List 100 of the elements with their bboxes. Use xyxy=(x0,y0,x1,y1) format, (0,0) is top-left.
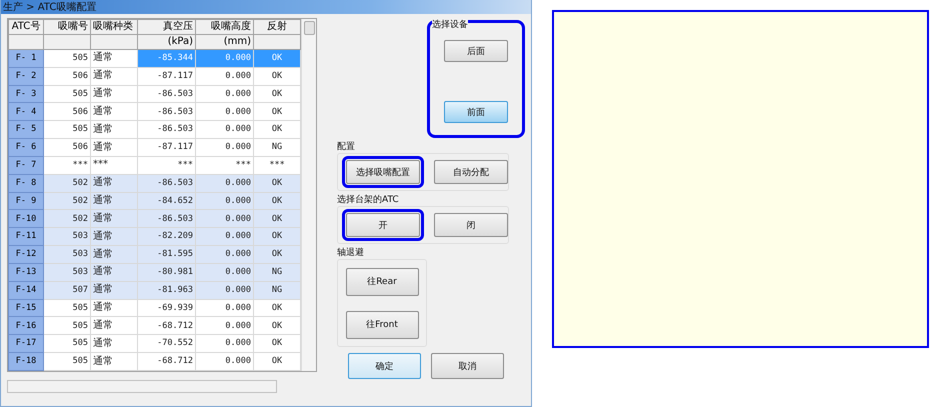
config-button[interactable]: 选择吸嘴配置 xyxy=(346,160,420,184)
table-cell: OK xyxy=(254,352,301,370)
table-cell: *** xyxy=(254,156,301,174)
table-cell: 通常 xyxy=(90,352,138,370)
table-cell: 通常 xyxy=(90,174,138,192)
table-cell: 0.000 xyxy=(196,228,254,246)
column-header[interactable]: 吸嘴高度 xyxy=(196,20,254,34)
row-header[interactable]: F- 2 xyxy=(8,67,44,86)
table-cell: OK xyxy=(254,120,301,139)
table-cell: OK xyxy=(254,85,301,103)
table-cell: OK xyxy=(254,228,301,246)
table-cell: 0.000 xyxy=(196,210,254,228)
table-cell: -87.117 xyxy=(138,138,196,156)
table-cell: 0.000 xyxy=(196,263,254,282)
axis-button[interactable]: 往Rear xyxy=(346,268,418,296)
atc-button[interactable]: 闭 xyxy=(434,213,508,237)
column-header[interactable]: 吸嘴种类 xyxy=(90,20,138,34)
table-cell: OK xyxy=(254,102,301,121)
table-cell: 通常 xyxy=(90,138,138,156)
table-cell: 505 xyxy=(44,334,90,353)
table-cell: 0.000 xyxy=(196,50,254,68)
table-cell: 通常 xyxy=(90,299,138,317)
table-cell: 0.000 xyxy=(196,281,254,300)
column-header[interactable]: 吸嘴号 xyxy=(44,20,90,34)
table-cell: 505 xyxy=(44,299,90,317)
row-header[interactable]: F- 8 xyxy=(8,174,44,192)
row-header[interactable]: F-15 xyxy=(8,299,44,317)
table-cell: 0.000 xyxy=(196,299,254,317)
row-header[interactable]: F-13 xyxy=(8,263,44,282)
unit-header: (kPa) xyxy=(138,34,196,50)
table-cell: 502 xyxy=(44,192,90,210)
table-cell: 0.000 xyxy=(196,352,254,370)
table-cell: 通常 xyxy=(90,316,138,335)
table-cell: -69.939 xyxy=(138,299,196,317)
table-cell: 通常 xyxy=(90,192,138,210)
atc-button[interactable]: 开 xyxy=(346,213,420,237)
table-cell: -68.712 xyxy=(138,352,196,370)
column-header[interactable]: 反射 xyxy=(254,20,301,34)
row-header[interactable]: F-17 xyxy=(8,334,44,353)
dialog-button[interactable]: 确定 xyxy=(348,353,421,379)
group-label: 轴退避 xyxy=(337,247,364,259)
table-cell: 502 xyxy=(44,174,90,192)
table-cell: NG xyxy=(254,281,301,300)
table-cell: 505 xyxy=(44,352,90,370)
table-cell: 通常 xyxy=(90,120,138,139)
table-cell: 505 xyxy=(44,85,90,103)
row-header[interactable]: F- 5 xyxy=(8,120,44,139)
dialog-button[interactable]: 取消 xyxy=(431,353,504,379)
scrollbar[interactable] xyxy=(301,19,316,371)
column-header[interactable]: 真空压 xyxy=(138,20,196,34)
table-cell: OK xyxy=(254,299,301,317)
table-cell: 503 xyxy=(44,246,90,264)
device-button[interactable]: 前面 xyxy=(444,101,508,123)
table-cell: *** xyxy=(138,156,196,174)
row-header[interactable]: F- 1 xyxy=(8,50,44,68)
table-cell: OK xyxy=(254,192,301,210)
row-header[interactable]: F-12 xyxy=(8,246,44,264)
row-header[interactable]: F- 4 xyxy=(8,102,44,121)
row-header[interactable]: F-18 xyxy=(8,352,44,370)
table-cell: *** xyxy=(44,156,90,174)
table-cell: OK xyxy=(254,67,301,86)
row-header[interactable]: F- 3 xyxy=(8,85,44,103)
row-header[interactable]: F-14 xyxy=(8,281,44,300)
row-header[interactable]: F- 6 xyxy=(8,138,44,156)
group-label: 配置 xyxy=(337,141,355,153)
axis-button[interactable]: 往Front xyxy=(346,310,418,338)
table-cell: -70.552 xyxy=(138,334,196,353)
table-cell: -84.652 xyxy=(138,192,196,210)
table-cell: 506 xyxy=(44,67,90,86)
table-cell: 0.000 xyxy=(196,138,254,156)
table-cell: OK xyxy=(254,316,301,335)
table-cell: 通常 xyxy=(90,263,138,282)
row-header[interactable]: F-16 xyxy=(8,316,44,335)
row-header[interactable]: F-11 xyxy=(8,228,44,246)
config-button[interactable]: 自动分配 xyxy=(434,160,508,184)
window-title: 生产 > ATC吸嘴配置 xyxy=(2,0,96,14)
table-cell: 503 xyxy=(44,263,90,282)
table-cell: 通常 xyxy=(90,228,138,246)
unit-header: (mm) xyxy=(196,34,254,50)
status-field[interactable] xyxy=(7,380,277,393)
table-cell: OK xyxy=(254,246,301,264)
table-cell: 0.000 xyxy=(196,102,254,121)
table-cell: -87.117 xyxy=(138,67,196,86)
row-header[interactable]: F- 7 xyxy=(8,156,44,174)
table-cell: 通常 xyxy=(90,102,138,121)
table-cell: -81.963 xyxy=(138,281,196,300)
row-header[interactable]: F-10 xyxy=(8,210,44,228)
group-label: 选择设备 xyxy=(432,19,468,31)
table-cell: 通常 xyxy=(90,50,138,68)
table-cell: *** xyxy=(196,156,254,174)
table-cell: 通常 xyxy=(90,67,138,86)
table-cell: 0.000 xyxy=(196,192,254,210)
table-cell: -86.503 xyxy=(138,174,196,192)
table-cell: -81.595 xyxy=(138,246,196,264)
column-header[interactable]: ATC号 xyxy=(8,20,44,34)
device-button[interactable]: 后面 xyxy=(444,40,508,62)
row-header[interactable]: F- 9 xyxy=(8,192,44,210)
table-cell: 0.000 xyxy=(196,316,254,335)
table-cell: 通常 xyxy=(90,246,138,264)
table-cell: NG xyxy=(254,263,301,282)
